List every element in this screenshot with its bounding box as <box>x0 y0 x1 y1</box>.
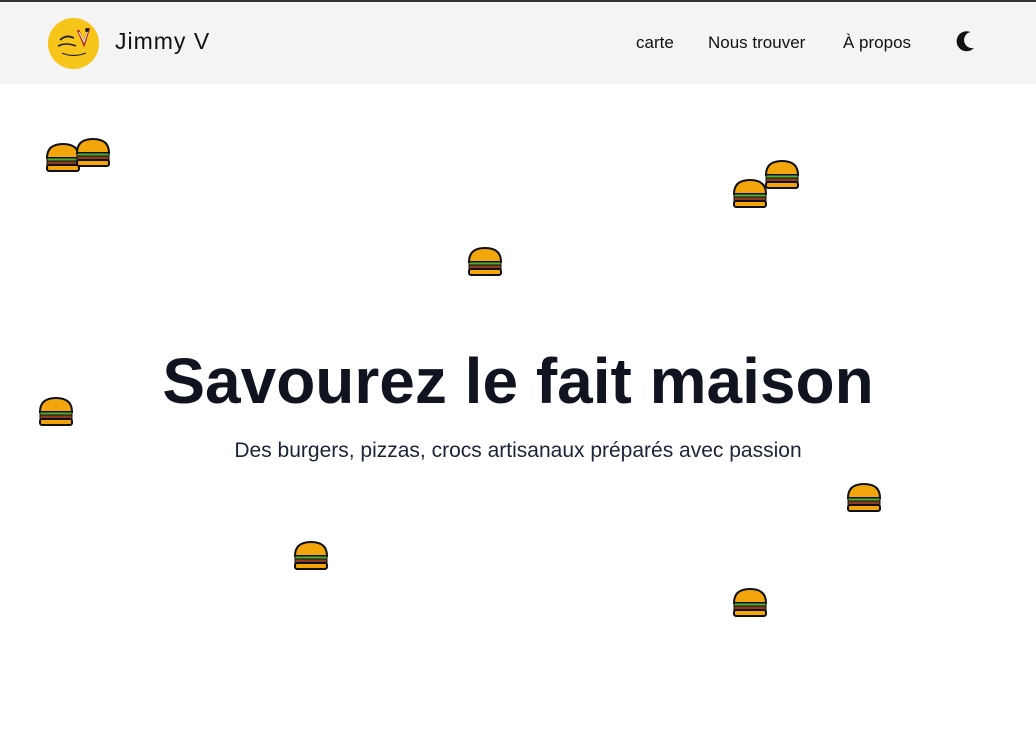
burger-icon <box>732 587 768 617</box>
theme-toggle-button[interactable] <box>952 28 980 56</box>
burger-icon <box>75 137 111 167</box>
burger-icon <box>732 178 768 208</box>
moon-icon <box>956 31 974 52</box>
hero-section: Savourez le fait maison Des burgers, piz… <box>0 84 1036 730</box>
burger-icon <box>38 396 74 426</box>
burger-icon <box>846 482 882 512</box>
brand-name[interactable]: Jimmy V <box>115 28 210 55</box>
nav-link-nous-trouver[interactable]: Nous trouver <box>708 33 805 53</box>
nav-link-a-propos[interactable]: À propos <box>843 33 911 53</box>
site-header: Jimmy V carte Nous trouver À propos <box>0 2 1036 84</box>
burger-icon <box>467 246 503 276</box>
hero-subtitle: Des burgers, pizzas, crocs artisanaux pr… <box>234 439 802 462</box>
nav-link-carte[interactable]: carte <box>636 33 674 53</box>
burger-icon <box>293 540 329 570</box>
jimmy-v-logo-icon[interactable] <box>48 18 99 69</box>
hero-title: Savourez le fait maison <box>162 345 874 417</box>
